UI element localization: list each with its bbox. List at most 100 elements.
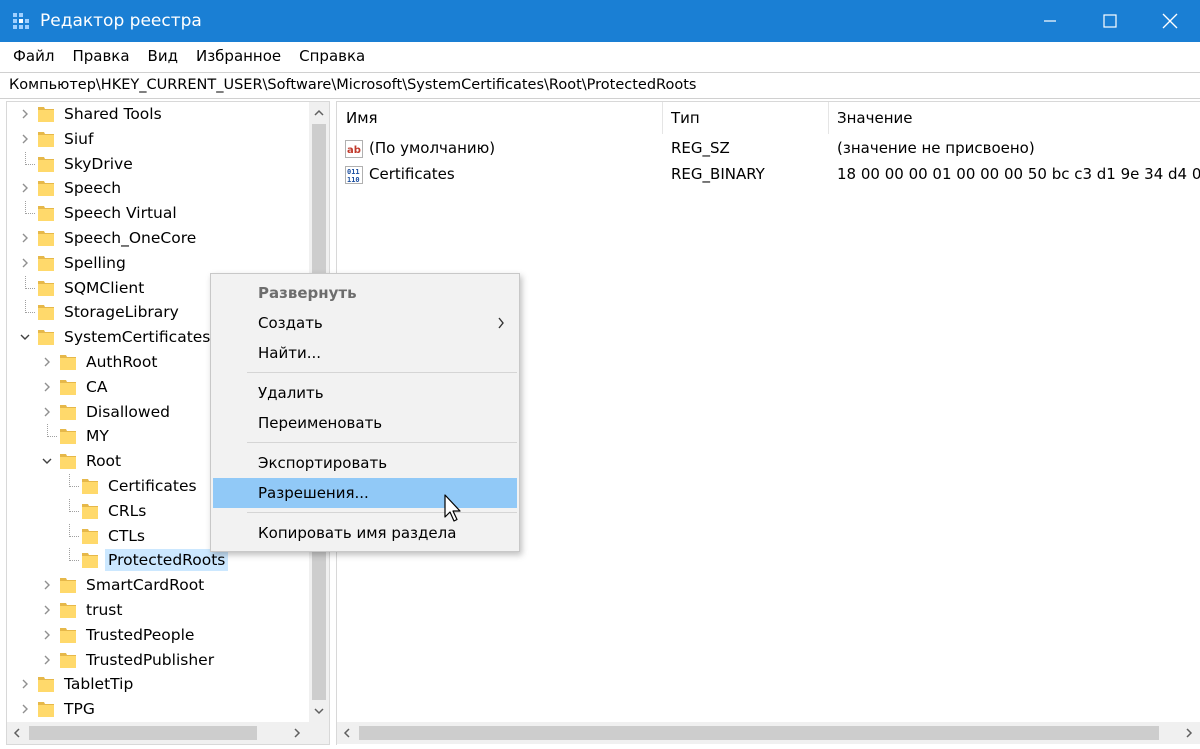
tree-horizontal-scroll-thumb[interactable] — [29, 726, 257, 740]
chevron-down-icon — [314, 708, 324, 715]
tree-node[interactable]: TrustedPeople — [7, 623, 309, 648]
chevron-right-icon[interactable] — [19, 232, 31, 244]
tree-horizontal-scrollbar[interactable] — [7, 722, 309, 744]
menu-view[interactable]: Вид — [139, 42, 187, 70]
string-value-icon: ab — [345, 140, 363, 158]
chevron-down-icon[interactable] — [19, 331, 31, 343]
column-header-value[interactable]: Значение — [828, 102, 1200, 134]
scroll-left-button[interactable] — [337, 722, 357, 744]
value-row[interactable]: 011 110 Certificates REG_BINARY 18 00 00… — [337, 162, 1200, 187]
tree-node-label: TPG — [64, 700, 95, 719]
chevron-right-icon[interactable] — [41, 604, 53, 616]
tree-connector-line — [69, 548, 70, 562]
scroll-down-button[interactable] — [309, 700, 329, 722]
submenu-arrow-icon — [498, 317, 504, 329]
tree-node[interactable]: Speech Virtual — [7, 201, 309, 226]
tree-node-label: AuthRoot — [86, 353, 158, 371]
scroll-right-button[interactable] — [287, 722, 307, 744]
maximize-button[interactable] — [1080, 0, 1140, 42]
context-item-permissions[interactable]: Разрешения... — [213, 478, 517, 508]
tree-node[interactable]: Shared Tools — [7, 102, 309, 127]
context-item-rename[interactable]: Переименовать — [213, 408, 517, 438]
context-item-copy-key-name[interactable]: Копировать имя раздела — [213, 518, 517, 548]
context-item-find[interactable]: Найти... — [213, 338, 517, 368]
menu-edit[interactable]: Правка — [63, 42, 138, 70]
context-item-new[interactable]: Создать — [213, 308, 517, 338]
chevron-up-icon — [314, 109, 324, 116]
folder-icon — [60, 603, 76, 618]
minimize-button[interactable] — [1020, 0, 1080, 42]
menu-help[interactable]: Справка — [290, 42, 374, 70]
tree-connector-line — [25, 151, 26, 165]
values-horizontal-scrollbar[interactable] — [337, 722, 1200, 744]
tree-node[interactable]: ProtectedRoots — [7, 548, 309, 573]
value-type: REG_SZ — [671, 139, 730, 157]
chevron-right-icon[interactable] — [41, 381, 53, 393]
tree-node-label: SQMClient — [64, 278, 145, 297]
values-horizontal-scroll-thumb[interactable] — [359, 726, 1159, 740]
tree-node[interactable]: TPG — [7, 697, 309, 722]
chevron-right-icon[interactable] — [19, 703, 31, 715]
tree-node[interactable]: TrustedPublisher — [7, 648, 309, 673]
tree-node-label: SkyDrive — [64, 154, 133, 173]
menu-file[interactable]: Файл — [4, 42, 63, 70]
tree-connector-line — [47, 436, 57, 438]
tree-node-label: CTLs — [108, 526, 146, 545]
tree-connector-line — [25, 300, 26, 314]
tree-connector-line — [69, 560, 79, 562]
chevron-right-icon[interactable] — [41, 406, 53, 418]
title-bar[interactable]: Редактор реестра — [0, 0, 1200, 42]
tree-node-label: Certificates — [108, 477, 197, 495]
menu-bar: Файл Правка Вид Избранное Справка — [0, 42, 1200, 70]
chevron-right-icon[interactable] — [41, 654, 53, 666]
close-button[interactable] — [1140, 0, 1200, 42]
tree-node[interactable]: Spelling — [7, 251, 309, 276]
folder-icon — [38, 280, 54, 296]
context-item-expand: Развернуть — [258, 284, 357, 302]
chevron-right-icon[interactable] — [41, 579, 53, 591]
tree-node[interactable]: SmartCardRoot — [7, 573, 309, 598]
tree-node[interactable]: trust — [7, 598, 309, 623]
value-data: 18 00 00 00 01 00 00 00 50 bc c3 d1 9e 3… — [837, 165, 1200, 183]
tree-node[interactable]: Speech — [7, 176, 309, 201]
registry-editor-icon — [13, 13, 29, 29]
context-menu: Развернуть Создать Найти... Удалить Пере… — [210, 273, 520, 552]
chevron-right-icon[interactable] — [19, 108, 31, 120]
chevron-right-icon[interactable] — [19, 678, 31, 690]
minimize-icon — [1044, 20, 1056, 22]
scroll-up-button[interactable] — [309, 102, 329, 124]
tree-connector-line — [25, 163, 35, 165]
tree-connector-line — [69, 498, 70, 512]
folder-icon — [38, 330, 54, 346]
tree-node-label: TabletTip — [64, 675, 134, 694]
context-item-label: Создать — [258, 314, 323, 332]
tree-node[interactable]: SkyDrive — [7, 151, 309, 177]
maximize-icon — [1103, 14, 1117, 28]
folder-icon — [38, 206, 54, 222]
tree-node[interactable]: Speech_OneCore — [7, 226, 309, 251]
tree-node-label: Siuf — [64, 129, 94, 148]
chevron-right-icon[interactable] — [19, 182, 31, 194]
tree-node-label: ProtectedRoots — [105, 549, 229, 572]
address-bar[interactable]: Компьютер\HKEY_CURRENT_USER\Software\Mic… — [0, 72, 1200, 99]
tree-node-label: Disallowed — [86, 402, 170, 421]
column-header-name[interactable]: Имя — [337, 102, 662, 134]
scroll-left-button[interactable] — [7, 722, 27, 744]
chevron-right-icon[interactable] — [41, 629, 53, 641]
chevron-right-icon[interactable] — [19, 257, 31, 269]
value-type: REG_BINARY — [671, 165, 765, 183]
context-item-delete[interactable]: Удалить — [213, 378, 517, 408]
value-row[interactable]: ab (По умолчанию) REG_SZ (значение не пр… — [337, 136, 1200, 161]
chevron-left-icon — [343, 728, 350, 738]
column-header-type[interactable]: Тип — [662, 102, 828, 134]
scroll-right-button[interactable] — [1179, 722, 1199, 744]
chevron-down-icon[interactable] — [41, 455, 53, 467]
context-item-export[interactable]: Экспортировать — [213, 448, 517, 478]
chevron-right-icon[interactable] — [41, 356, 53, 368]
menu-favorites[interactable]: Избранное — [187, 42, 290, 70]
tree-node[interactable]: Siuf — [7, 127, 309, 152]
folder-icon — [38, 131, 54, 147]
tree-node[interactable]: TabletTip — [7, 672, 309, 697]
chevron-right-icon[interactable] — [19, 133, 31, 145]
menu-separator — [247, 372, 517, 373]
